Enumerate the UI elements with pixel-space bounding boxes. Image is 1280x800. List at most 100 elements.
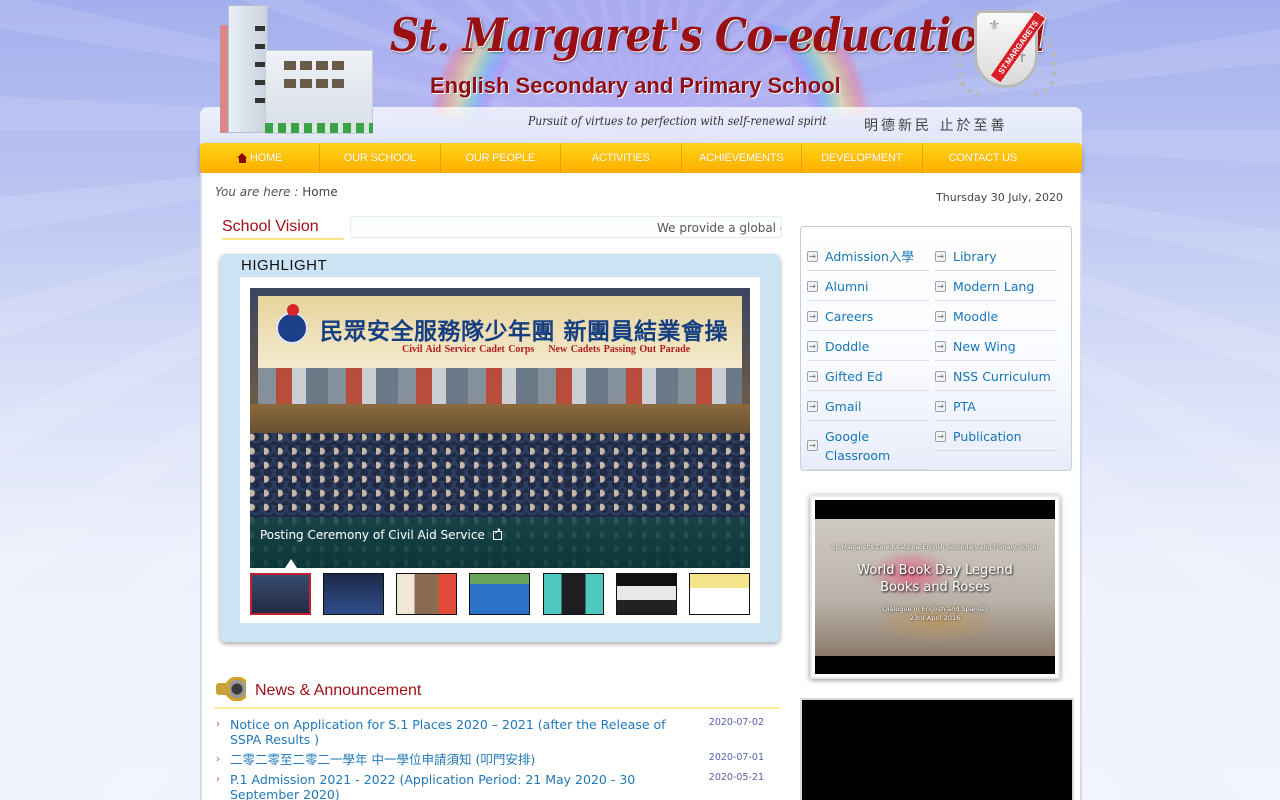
external-link-icon (492, 527, 502, 540)
nav-our-school[interactable]: OUR SCHOOL (320, 143, 441, 173)
bullet-icon: › (216, 719, 220, 730)
page-container: St. Margaret's Co-educational English Se… (200, 0, 1082, 800)
slide-banner-chinese: 民眾安全服務隊少年團 新團員結業會操 (320, 318, 729, 345)
link-careers[interactable]: → Careers (807, 301, 929, 331)
thumbnail-6[interactable] (615, 573, 677, 615)
thumbnail-strip (250, 573, 750, 615)
link-library[interactable]: → Library (935, 241, 1057, 271)
slide-caption-text: Posting Ceremony of Civil Aid Service (260, 528, 485, 542)
news-date: 2020-07-01 (708, 752, 764, 763)
quick-links-right: → Library → Modern Lang → Moodle → New Wing … (935, 241, 1057, 451)
arrow-right-icon: → (807, 440, 818, 451)
link-modern-lang[interactable]: → Modern Lang (935, 271, 1057, 301)
main-nav: HOME OUR SCHOOL OUR PEOPLE ACTIVITIES AC… (200, 143, 1082, 173)
link-label: Modern Lang (953, 279, 1035, 294)
marquee-text: We provide a global e (657, 221, 782, 235)
megaphone-icon (216, 677, 246, 701)
highlight-title: HIGHLIGHT (241, 257, 328, 274)
news-title: News & Announcement (255, 682, 422, 699)
arrow-right-icon: → (935, 310, 946, 322)
thumbnail-5[interactable] (542, 573, 604, 615)
nav-our-people[interactable]: OUR PEOPLE (441, 143, 561, 173)
home-icon (236, 153, 248, 163)
video-subtitle: Dialogue in English and Spanish 23rd Apr… (815, 605, 1055, 623)
thumbnail-2[interactable] (323, 573, 385, 615)
motto-english: Pursuit of virtues to perfection with se… (528, 114, 827, 128)
news-list: › Notice on Application for S.1 Places 2… (214, 717, 780, 800)
thumbnail-4[interactable] (469, 573, 531, 615)
arrow-right-icon: → (935, 340, 946, 352)
arrow-right-icon: → (807, 310, 818, 322)
highlight-panel: HIGHLIGHT 民眾安全服務隊少年團 新團員結業會操 Civil Aid S… (220, 254, 780, 642)
slide-photo-strip (258, 368, 742, 404)
arrow-right-icon: → (935, 370, 946, 382)
bullet-icon: › (216, 774, 220, 785)
thumbnail-3[interactable] (396, 573, 458, 615)
motto-chinese: 明德新民 止於至善 (864, 118, 1008, 134)
video-thumbnail-world-book-day[interactable]: St. Margaret's Co-educational English Se… (810, 495, 1060, 679)
video-frame: St. Margaret's Co-educational English Se… (815, 500, 1055, 674)
video-school-line: St. Margaret's Co-educational English Se… (831, 544, 1039, 551)
quick-links-panel: → Admission入學 → Alumni → Careers → Doddle → G… (800, 226, 1072, 471)
nav-contact-us[interactable]: CONTACT US (923, 143, 1044, 173)
news-date: 2020-05-21 (708, 772, 764, 783)
link-doddle[interactable]: → Doddle (807, 331, 929, 361)
arrow-right-icon: → (935, 250, 946, 262)
school-vision-title: School Vision (222, 218, 344, 240)
content-border (1080, 173, 1082, 800)
arrow-right-icon: → (807, 370, 818, 382)
link-label: PTA (953, 399, 976, 414)
link-pta[interactable]: → PTA (935, 391, 1057, 421)
link-google-classroom[interactable]: → Google Classroom (807, 421, 929, 470)
news-link[interactable]: 二零二零至二零二一學年 中一學位申請須知 (叩門安排) (230, 752, 700, 767)
video-sub-line2: 23rd April 2016 (909, 614, 961, 622)
thumbnail-7[interactable] (688, 573, 750, 615)
arrow-right-icon: → (807, 280, 818, 292)
link-new-wing[interactable]: → New Wing (935, 331, 1057, 361)
thumbnail-1[interactable] (250, 573, 311, 615)
nav-achievements[interactable]: ACHIEVEMENTS (682, 143, 802, 173)
link-admission[interactable]: → Admission入學 (807, 241, 929, 271)
school-crest-logo[interactable]: ⚜ ✝ ST.MARGARETS (952, 4, 1062, 104)
fleur-de-lis-icon: ⚜ (988, 18, 1001, 34)
link-gifted-ed[interactable]: → Gifted Ed (807, 361, 929, 391)
news-header: News & Announcement (214, 675, 780, 709)
video-title-line2: Books and Roses (880, 580, 990, 595)
link-publication[interactable]: → Publication (935, 421, 1057, 451)
link-label: NSS Curriculum (953, 369, 1051, 384)
arrow-right-icon: → (935, 280, 946, 292)
school-subtitle: English Secondary and Primary School (430, 73, 841, 98)
slide-caption[interactable]: Posting Ceremony of Civil Aid Service (260, 527, 502, 542)
link-alumni[interactable]: → Alumni (807, 271, 929, 301)
news-item: › P.1 Admission 2021 - 2022 (Application… (214, 772, 780, 800)
nav-development[interactable]: DEVELOPMENT (802, 143, 923, 173)
nav-activities[interactable]: ACTIVITIES (561, 143, 682, 173)
link-label: Admission入學 (825, 249, 914, 264)
current-date: Thursday 30 July, 2020 (936, 191, 1063, 204)
link-moodle[interactable]: → Moodle (935, 301, 1057, 331)
link-label: Moodle (953, 309, 999, 324)
link-label: Library (953, 249, 997, 264)
arrow-right-icon: → (935, 430, 946, 442)
nav-home[interactable]: HOME (200, 143, 320, 173)
slide-image[interactable]: 民眾安全服務隊少年團 新團員結業會操 Civil Aid Service Cad… (250, 288, 750, 568)
link-label: New Wing (953, 339, 1016, 354)
news-date: 2020-07-02 (708, 717, 764, 728)
link-nss-curriculum[interactable]: → NSS Curriculum (935, 361, 1057, 391)
link-label: Google Classroom (825, 429, 891, 463)
news-link[interactable]: P.1 Admission 2021 - 2022 (Application P… (230, 772, 700, 800)
news-link[interactable]: Notice on Application for S.1 Places 202… (230, 717, 700, 747)
school-building-image (220, 5, 375, 135)
link-gmail[interactable]: → Gmail (807, 391, 929, 421)
link-label: Gifted Ed (825, 369, 883, 384)
arrow-right-icon: → (807, 340, 818, 352)
link-label: Careers (825, 309, 874, 324)
active-thumb-pointer-icon (285, 559, 297, 568)
video-player-embed[interactable] (800, 698, 1074, 800)
video-title-line1: World Book Day Legend (857, 563, 1013, 578)
nav-label: HOME (249, 152, 283, 164)
news-item: › Notice on Application for S.1 Places 2… (214, 717, 780, 747)
slide-banner-english: Civil Aid Service Cadet Corps New Cadets… (402, 344, 691, 355)
cas-emblem-icon (276, 304, 308, 344)
breadcrumb-current: Home (302, 185, 338, 199)
